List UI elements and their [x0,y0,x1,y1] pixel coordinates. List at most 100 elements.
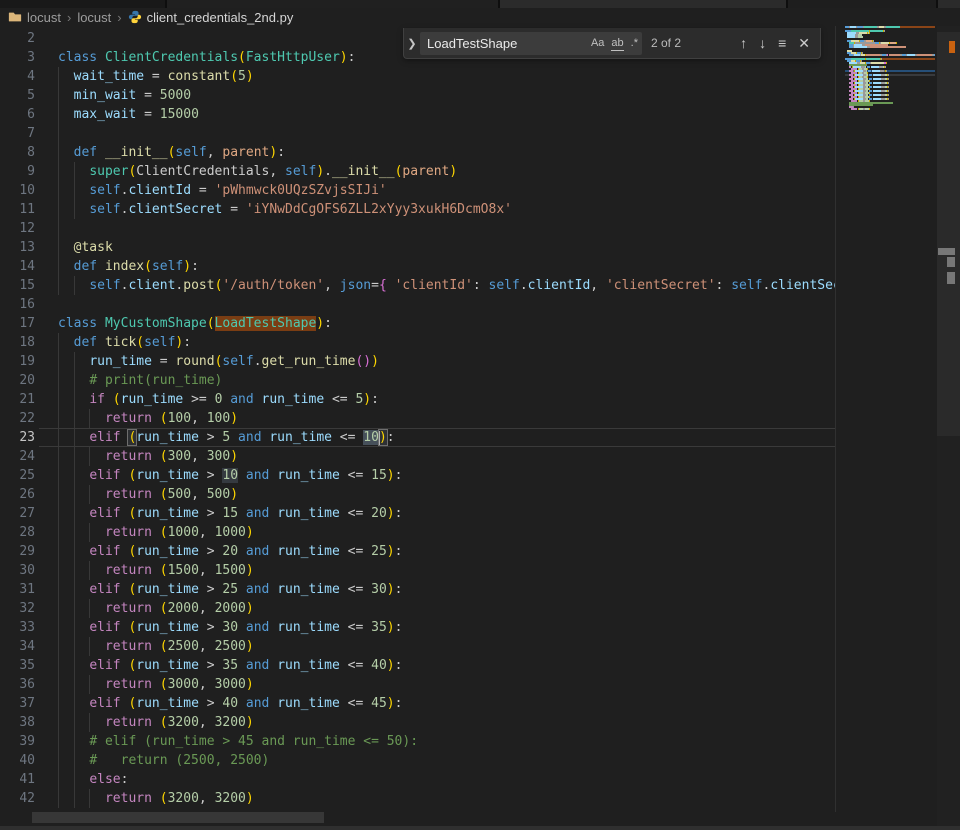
find-query-text[interactable]: LoadTestShape [427,36,584,51]
code-line[interactable]: 10 self.clientId = 'pWhmwck0UQzSZvjsSIJi… [0,181,835,200]
code-line[interactable]: 32 return (2000, 2000) [0,599,835,618]
line-number[interactable]: 6 [0,105,35,124]
line-number[interactable]: 21 [0,390,35,409]
regex-icon[interactable]: .* [631,36,638,50]
line-number[interactable]: 30 [0,561,35,580]
code-line[interactable]: 28 return (1000, 1000) [0,523,835,542]
breadcrumb-item-file[interactable]: client_credentials_2nd.py [147,10,294,25]
line-number[interactable]: 2 [0,29,35,48]
line-number[interactable]: 34 [0,637,35,656]
code-line[interactable]: 6 max_wait = 15000 [0,105,835,124]
code-line[interactable]: 30 return (1500, 1500) [0,561,835,580]
code-line[interactable]: 16 [0,295,835,314]
tab-sliver[interactable] [167,0,500,8]
next-match-icon[interactable]: ↓ [759,35,766,51]
line-number[interactable]: 41 [0,770,35,789]
line-number[interactable]: 27 [0,504,35,523]
code-line[interactable]: 35 elif (run_time > 35 and run_time <= 4… [0,656,835,675]
close-icon[interactable]: ✕ [798,35,810,51]
code-line[interactable]: 12 [0,219,835,238]
code-line[interactable]: 22 return (100, 100) [0,409,835,428]
code-line[interactable]: 11 self.clientSecret = 'iYNwDdCgOFS6ZLL2… [0,200,835,219]
line-number[interactable]: 33 [0,618,35,637]
line-number[interactable]: 14 [0,257,35,276]
code-line[interactable]: 42 return (3200, 3200) [0,789,835,808]
code-line[interactable]: 25 elif (run_time > 10 and run_time <= 1… [0,466,835,485]
code-line[interactable]: 27 elif (run_time > 15 and run_time <= 2… [0,504,835,523]
code-line[interactable]: 21 if (run_time >= 0 and run_time <= 5): [0,390,835,409]
breadcrumb-item-folder[interactable]: locust [77,10,111,25]
code-line[interactable]: 19 run_time = round(self.get_run_time()) [0,352,835,371]
line-number[interactable]: 35 [0,656,35,675]
tab-sliver[interactable] [788,0,938,8]
line-number[interactable]: 36 [0,675,35,694]
find-in-selection-icon[interactable]: ≡ [778,35,786,51]
find-input[interactable]: LoadTestShape Aa ab .* [420,32,642,55]
line-number[interactable]: 15 [0,276,35,295]
line-number[interactable]: 22 [0,409,35,428]
line-number[interactable]: 37 [0,694,35,713]
code-line[interactable]: 5 min_wait = 5000 [0,86,835,105]
code-line[interactable]: 34 return (2500, 2500) [0,637,835,656]
whole-word-icon[interactable]: ab [611,36,623,51]
code-line[interactable]: 7 [0,124,835,143]
line-number[interactable]: 16 [0,295,35,314]
line-number[interactable]: 4 [0,67,35,86]
vertical-scrollbar[interactable] [937,26,960,826]
code-line[interactable]: 8 def __init__(self, parent): [0,143,835,162]
line-number[interactable]: 26 [0,485,35,504]
toggle-replace-icon[interactable]: ❯ [404,37,420,50]
line-number[interactable]: 9 [0,162,35,181]
code-editor[interactable]: 23class ClientCredentials(FastHttpUser):… [0,26,836,812]
code-line[interactable]: 20 # print(run_time) [0,371,835,390]
code-line[interactable]: 17class MyCustomShape(LoadTestShape): [0,314,835,333]
code-line[interactable]: 18 def tick(self): [0,333,835,352]
line-number[interactable]: 13 [0,238,35,257]
horizontal-scrollbar-slider[interactable] [32,812,324,823]
line-number[interactable]: 31 [0,580,35,599]
code-line[interactable]: 39 # elif (run_time > 45 and run_time <=… [0,732,835,751]
vertical-scrollbar-slider[interactable] [937,32,960,436]
code-line[interactable]: 15 self.client.post('/auth/token', json=… [0,276,835,295]
line-number[interactable]: 11 [0,200,35,219]
code-line[interactable]: 26 return (500, 500) [0,485,835,504]
line-number[interactable]: 32 [0,599,35,618]
line-number[interactable]: 23 [0,428,35,447]
code-line[interactable]: 36 return (3000, 3000) [0,675,835,694]
code-line[interactable]: 33 elif (run_time > 30 and run_time <= 3… [0,618,835,637]
line-number[interactable]: 7 [0,124,35,143]
code-line[interactable]: 31 elif (run_time > 25 and run_time <= 3… [0,580,835,599]
line-number[interactable]: 18 [0,333,35,352]
code-line[interactable]: 38 return (3200, 3200) [0,713,835,732]
line-number[interactable]: 17 [0,314,35,333]
tab-sliver[interactable] [500,0,788,8]
line-number[interactable]: 5 [0,86,35,105]
code-line[interactable]: 9 super(ClientCredentials, self).__init_… [0,162,835,181]
code-line[interactable]: 23 elif (run_time > 5 and run_time <= 10… [0,428,835,447]
line-number[interactable]: 39 [0,732,35,751]
code-line[interactable]: 14 def index(self): [0,257,835,276]
line-number[interactable]: 10 [0,181,35,200]
line-number[interactable]: 24 [0,447,35,466]
code-line[interactable]: 37 elif (run_time > 40 and run_time <= 4… [0,694,835,713]
minimap[interactable] [845,26,935,126]
line-number[interactable]: 40 [0,751,35,770]
code-line[interactable]: 40 # return (2500, 2500) [0,751,835,770]
code-line[interactable]: 24 return (300, 300) [0,447,835,466]
code-line[interactable]: 41 else: [0,770,835,789]
line-number[interactable]: 12 [0,219,35,238]
match-case-icon[interactable]: Aa [591,36,604,50]
line-number[interactable]: 19 [0,352,35,371]
line-number[interactable]: 3 [0,48,35,67]
line-number[interactable]: 20 [0,371,35,390]
code-line[interactable]: 4 wait_time = constant(5) [0,67,835,86]
line-number[interactable]: 8 [0,143,35,162]
code-line[interactable]: 13 @task [0,238,835,257]
line-number[interactable]: 25 [0,466,35,485]
previous-match-icon[interactable]: ↑ [740,35,747,51]
code-line[interactable]: 29 elif (run_time > 20 and run_time <= 2… [0,542,835,561]
line-number[interactable]: 29 [0,542,35,561]
line-number[interactable]: 28 [0,523,35,542]
tab-active-sliver[interactable] [0,0,167,8]
breadcrumb-item-folder[interactable]: locust [27,10,61,25]
